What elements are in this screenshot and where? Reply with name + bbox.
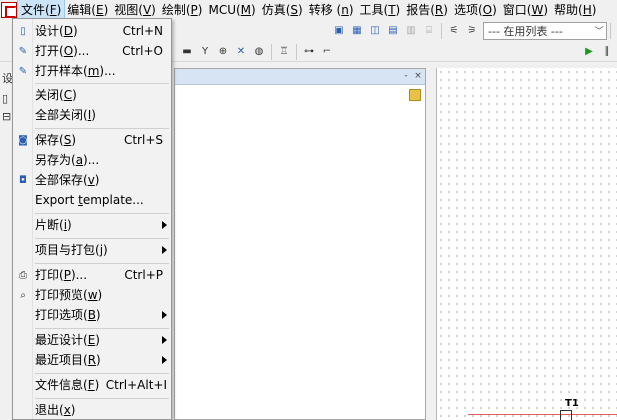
probe-icon[interactable]: ✕ xyxy=(233,44,249,60)
pcb-view-icon[interactable]: ▦ xyxy=(349,23,365,39)
toolbar-row-bottom: ▬ Y ⊕ ✕ ◍ ♖ ⊶ ⌐ xyxy=(178,41,336,62)
simulation-controls: ▶ ∥ ■ xyxy=(580,41,617,62)
print-icon: ⎙ xyxy=(19,269,27,281)
menu-simulate[interactable]: 仿真(S) xyxy=(259,0,306,20)
generator-icon[interactable]: ◍ xyxy=(251,44,267,60)
submenu-arrow-icon xyxy=(162,311,167,319)
schematic-view-icon[interactable]: ▣ xyxy=(331,23,347,39)
menu-view[interactable]: 视图(V) xyxy=(111,0,159,20)
toolbar-separator xyxy=(296,43,297,60)
component-mode-icon[interactable]: ▬ xyxy=(179,44,195,60)
project-panel: - × xyxy=(174,68,426,420)
in-use-list-combo[interactable]: --- 在用列表 --- ﹀ xyxy=(483,21,607,40)
menu-item-print-options[interactable]: 打印选项(B) xyxy=(13,305,171,325)
panel-title-bar: - × xyxy=(175,69,425,85)
toolbar-separator xyxy=(441,22,442,39)
menu-item-open[interactable]: ✎ 打开(O)... Ctrl+O xyxy=(13,41,171,61)
toolbar-separator xyxy=(271,43,272,60)
pin-icon[interactable]: ⌐ xyxy=(319,44,335,60)
sheet-border-line xyxy=(468,414,617,415)
menu-tools[interactable]: 工具(T) xyxy=(357,0,404,20)
shortcut-text: Ctrl+N xyxy=(122,24,163,38)
terminal-icon[interactable]: ⊶ xyxy=(301,44,317,60)
shortcut-text: Ctrl+P xyxy=(124,268,163,282)
menu-mcu[interactable]: MCU(M) xyxy=(205,0,258,20)
menu-item-new-design[interactable]: ▯ 设计(D) Ctrl+N xyxy=(13,21,171,41)
shortcut-text: Ctrl+S xyxy=(123,133,163,147)
menu-item-close-all[interactable]: 全部关闭(I) xyxy=(13,105,171,125)
menu-item-open-sample[interactable]: ✎ 打开样本(m)... xyxy=(13,61,171,81)
menu-transfer[interactable]: 转移 (n) xyxy=(306,0,357,20)
save-icon: ◙ xyxy=(18,134,28,146)
menu-separator xyxy=(35,328,169,329)
menu-item-close[interactable]: 关闭(C) xyxy=(13,85,171,105)
gerber-view-icon[interactable]: ▤ xyxy=(385,23,401,39)
netlist-icon[interactable]: ⚟ xyxy=(446,23,462,39)
open-sample-icon: ✎ xyxy=(18,65,28,77)
menu-separator xyxy=(35,263,169,264)
submenu-arrow-icon xyxy=(162,246,167,254)
menu-item-print[interactable]: ⎙ 打印(P)... Ctrl+P xyxy=(13,265,171,285)
bom-icon[interactable]: ▥ xyxy=(403,23,419,39)
new-document-icon[interactable]: ▯ xyxy=(2,92,8,105)
menu-file[interactable]: 文件(F) xyxy=(16,0,66,21)
menu-item-recent-projects[interactable]: 最近项目(R) xyxy=(13,350,171,370)
menu-separator xyxy=(35,238,169,239)
menu-separator xyxy=(35,373,169,374)
submenu-arrow-icon xyxy=(162,221,167,229)
schematic-sheet[interactable] xyxy=(436,68,617,420)
menu-item-recent-designs[interactable]: 最近设计(E) xyxy=(13,330,171,350)
open-folder-icon: ✎ xyxy=(18,45,28,57)
shortcut-text: Ctrl+Alt+I xyxy=(105,378,167,392)
menu-item-file-info[interactable]: 文件信息(F) Ctrl+Alt+I xyxy=(13,375,171,395)
shortcut-text: Ctrl+O xyxy=(122,44,163,58)
splitter[interactable] xyxy=(426,68,436,420)
3d-view-icon[interactable]: ◫ xyxy=(367,23,383,39)
menu-separator xyxy=(35,398,169,399)
menu-draw[interactable]: 绘制(P) xyxy=(159,0,206,20)
toolbar-separator xyxy=(610,22,611,39)
save-all-icon: ◘ xyxy=(19,174,27,186)
menu-separator xyxy=(35,83,169,84)
transformer-symbol[interactable] xyxy=(560,410,572,420)
menu-separator xyxy=(35,213,169,214)
pause-icon[interactable]: ∥ xyxy=(599,44,615,60)
new-document-icon: ▯ xyxy=(20,25,26,37)
close-icon[interactable]: × xyxy=(413,70,423,82)
menu-edit[interactable]: 编辑(E) xyxy=(64,0,111,20)
menu-item-exit[interactable]: 退出(x) xyxy=(13,400,171,420)
menu-item-project-package[interactable]: 项目与打包(j) xyxy=(13,240,171,260)
wire-label-icon[interactable]: ⊕ xyxy=(215,44,231,60)
virtual-instrument-icon[interactable]: ♖ xyxy=(276,44,292,60)
submenu-arrow-icon xyxy=(162,336,167,344)
chevron-down-icon: ﹀ xyxy=(594,27,604,37)
toolbar-row-top: ▣ ▦ ◫ ▤ ▥ ⌸ ⚟ ⚞ --- 在用列表 --- ﹀ ⚲ ⚭ xyxy=(330,20,617,41)
folder-icon[interactable] xyxy=(409,89,421,101)
file-menu-dropdown: ▯ 设计(D) Ctrl+N ✎ 打开(O)... Ctrl+O ✎ 打开样本(… xyxy=(12,18,172,420)
menu-separator xyxy=(35,128,169,129)
play-icon[interactable]: ▶ xyxy=(581,44,597,60)
menu-help[interactable]: 帮助(H) xyxy=(551,0,599,20)
menu-item-save-as[interactable]: 另存为(a)... xyxy=(13,150,171,170)
menu-options[interactable]: 选项(O) xyxy=(451,0,500,20)
menu-item-print-preview[interactable]: ⌕ 打印预览(w) xyxy=(13,285,171,305)
menu-item-export-template[interactable]: Export template... xyxy=(13,190,171,210)
minimize-icon[interactable]: - xyxy=(401,70,411,82)
menu-window[interactable]: 窗口(W) xyxy=(500,0,551,20)
menu-item-snippet[interactable]: 片断(i) xyxy=(13,215,171,235)
menu-reports[interactable]: 报告(R) xyxy=(403,0,451,20)
print-preview-icon: ⌕ xyxy=(20,289,26,301)
submenu-arrow-icon xyxy=(162,356,167,364)
junction-mode-icon[interactable]: Y xyxy=(197,44,213,60)
menu-item-save[interactable]: ◙ 保存(S) Ctrl+S xyxy=(13,130,171,150)
app-logo-icon xyxy=(1,2,17,18)
menu-item-save-all[interactable]: ◘ 全部保存(v) xyxy=(13,170,171,190)
component-label: T1 xyxy=(565,398,579,409)
design-explorer-icon[interactable]: ⌸ xyxy=(421,23,437,39)
menu-bar: 文件(F) 编辑(E) 视图(V) 绘制(P) MCU(M) 仿真(S) 转移 … xyxy=(0,0,617,21)
property-icon[interactable]: ⚞ xyxy=(464,23,480,39)
tree-collapse-icon[interactable]: ⊟ xyxy=(2,110,11,123)
